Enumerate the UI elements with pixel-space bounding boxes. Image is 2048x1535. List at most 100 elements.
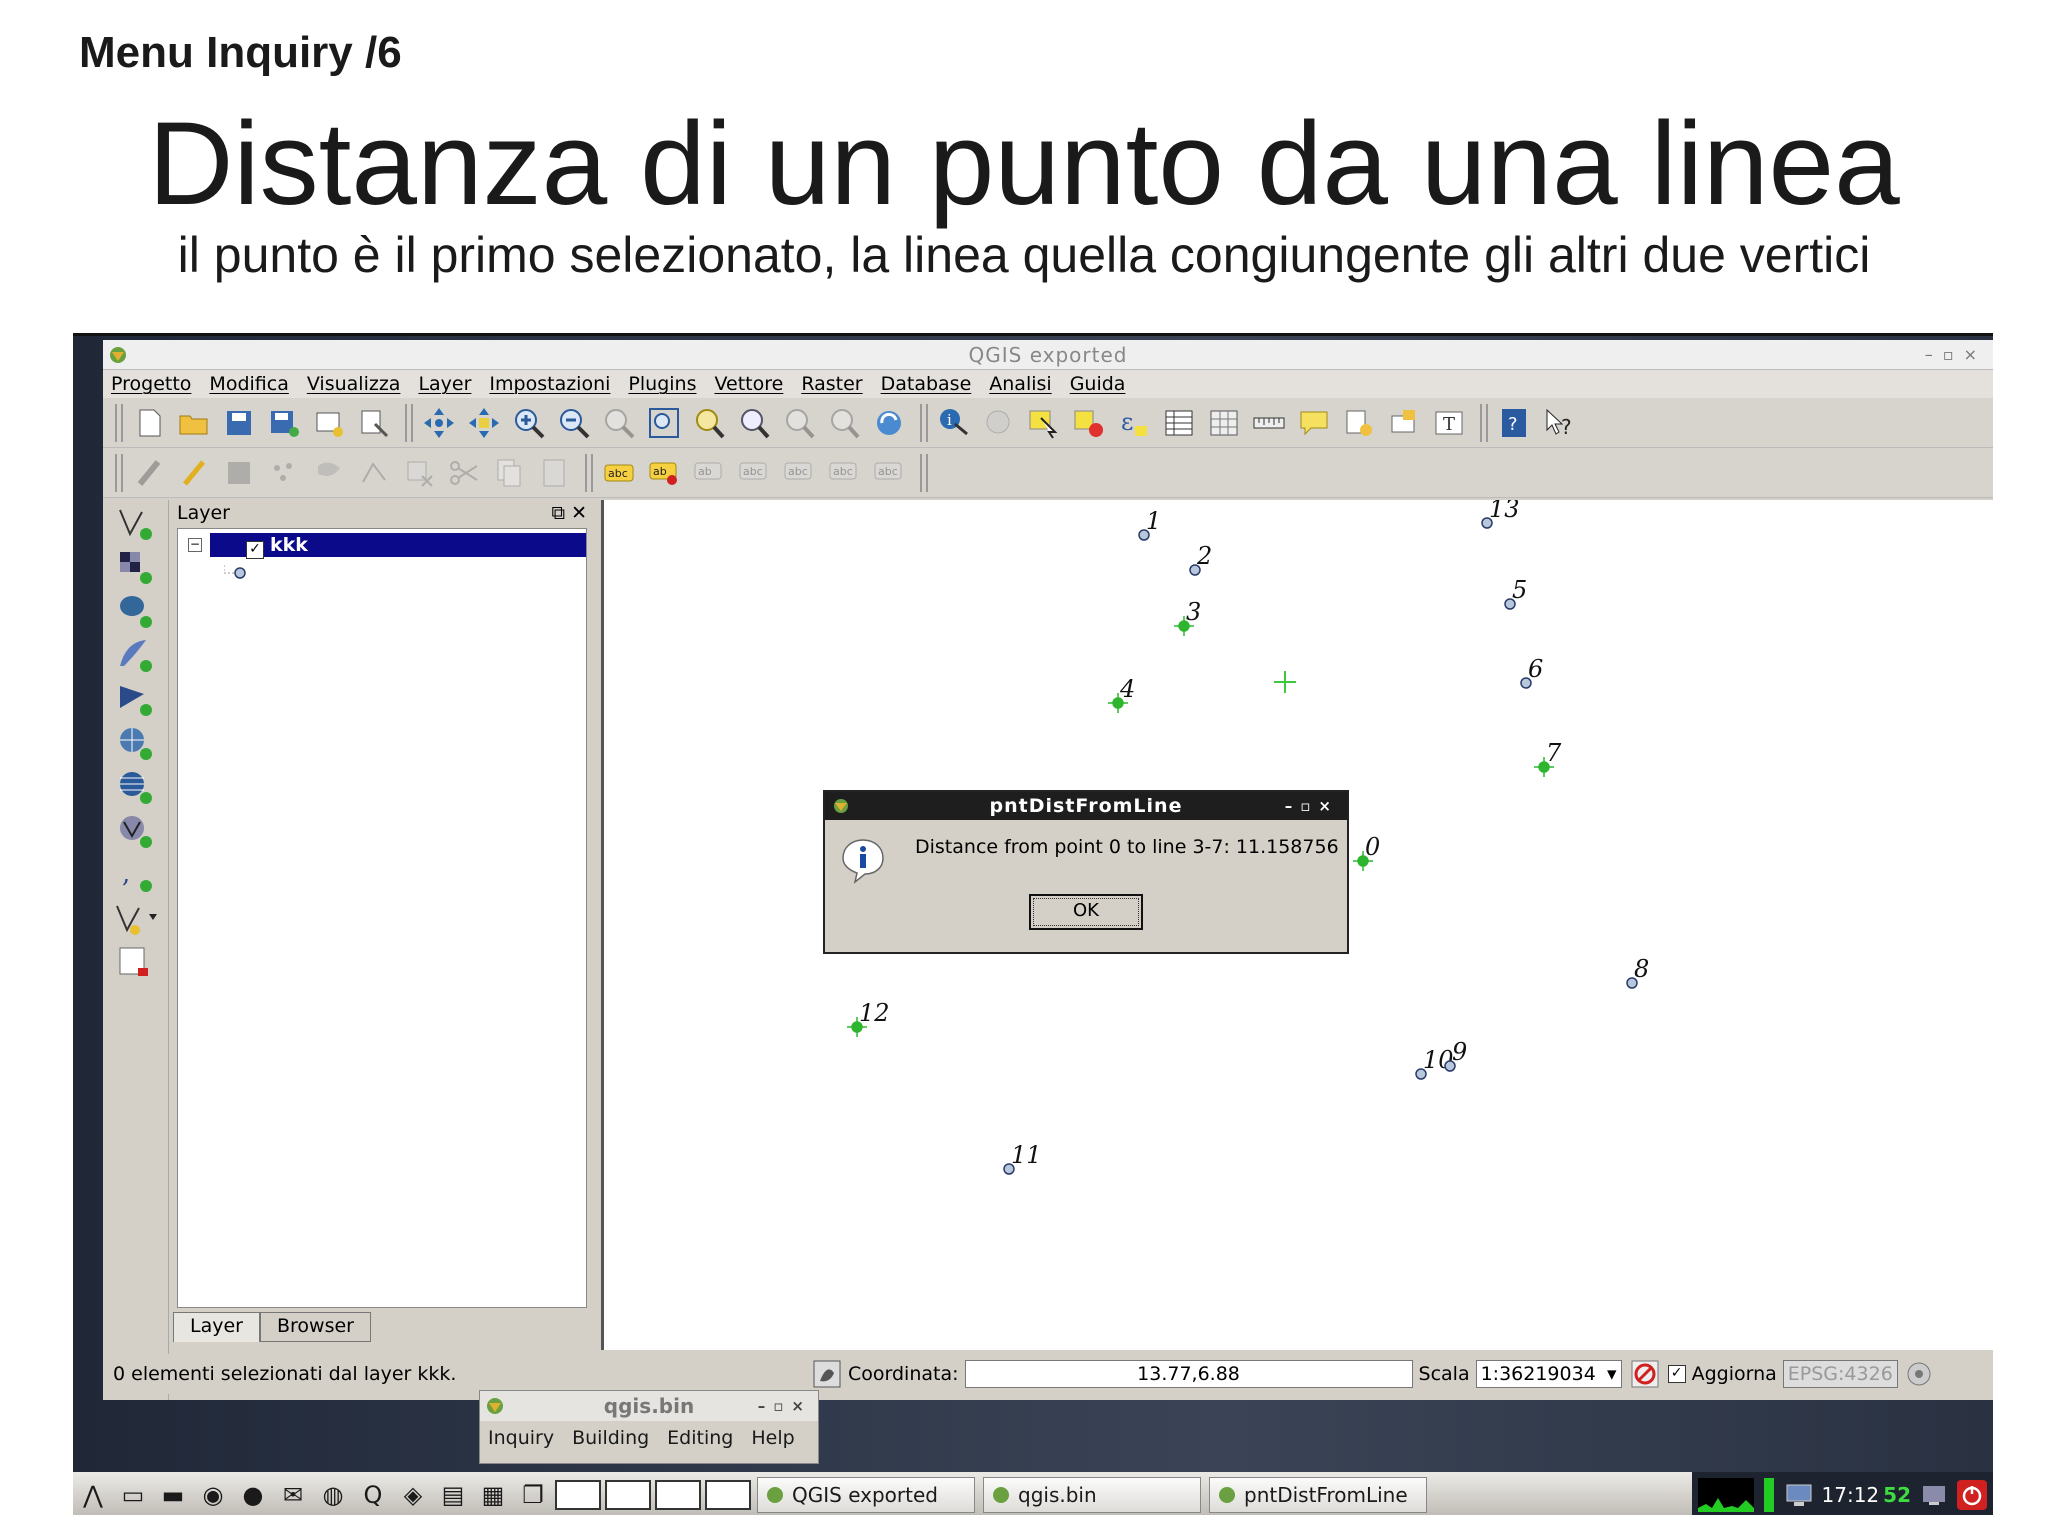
windows-icon[interactable]: ❐: [515, 1477, 551, 1513]
toolbar-grip[interactable]: [585, 453, 593, 492]
new-bookmark-icon[interactable]: [1339, 403, 1379, 443]
crs-status[interactable]: EPSG:4326: [1782, 1360, 1898, 1388]
save-edits-icon[interactable]: [219, 453, 259, 493]
collapse-toggle-icon[interactable]: −: [188, 538, 202, 552]
map-point[interactable]: 2: [1189, 542, 1212, 576]
coordinate-field[interactable]: 13.77,6.88: [964, 1360, 1413, 1388]
map-point[interactable]: 12: [847, 999, 890, 1037]
messages-icon[interactable]: [1904, 1359, 1934, 1389]
map-point[interactable]: 13: [1481, 500, 1520, 529]
zoom-to-layer-icon[interactable]: [734, 403, 774, 443]
toolbar-grip[interactable]: [405, 403, 413, 442]
copy-features-icon[interactable]: [489, 453, 529, 493]
attribute-table-icon[interactable]: [1159, 403, 1199, 443]
terminal-icon[interactable]: ▬: [155, 1477, 191, 1513]
add-postgis-layer-icon[interactable]: [111, 590, 161, 632]
pan-icon[interactable]: [419, 403, 459, 443]
measure-line-icon[interactable]: [1249, 403, 1289, 443]
add-spatialite-layer-icon[interactable]: [111, 634, 161, 676]
current-edits-icon[interactable]: [174, 453, 214, 493]
qgis-titlebar[interactable]: QGIS exported –▫×: [103, 340, 1993, 370]
add-wms-layer-icon[interactable]: [111, 722, 161, 764]
mail-icon[interactable]: ✉: [275, 1477, 311, 1513]
menu-visualizza[interactable]: Visualizza: [307, 373, 401, 395]
node-tool-icon[interactable]: [354, 453, 394, 493]
power-icon[interactable]: [1957, 1480, 1987, 1510]
tab-browser[interactable]: Browser: [259, 1312, 371, 1342]
add-vector-layer-icon[interactable]: [111, 502, 161, 544]
task-pntdistfromline[interactable]: pntDistFromLine: [1209, 1477, 1427, 1513]
whats-this-icon[interactable]: ?: [1539, 403, 1579, 443]
writer-icon[interactable]: ▤: [435, 1477, 471, 1513]
composer-manager-icon[interactable]: [354, 403, 394, 443]
label-layer-icon[interactable]: abc: [599, 453, 639, 493]
clock[interactable]: 17:12: [1822, 1483, 1880, 1507]
menu-building[interactable]: Building: [572, 1427, 649, 1449]
toolbar-grip[interactable]: [1480, 403, 1488, 442]
zoom-next-icon[interactable]: [824, 403, 864, 443]
panel-float-close-controls[interactable]: ⧉ ✕: [551, 500, 587, 526]
menu-modifica[interactable]: Modifica: [209, 373, 288, 395]
label-change-icon[interactable]: abc: [869, 453, 909, 493]
workspace-4[interactable]: [705, 1480, 751, 1510]
menu-analisi[interactable]: Analisi: [989, 373, 1051, 395]
toggle-extents-icon[interactable]: [812, 1359, 842, 1389]
zoom-out-icon[interactable]: [554, 403, 594, 443]
map-point[interactable]: 3: [1174, 598, 1201, 636]
workspace-1[interactable]: [555, 1480, 601, 1510]
dialog-titlebar[interactable]: pntDistFromLine –▫×: [825, 792, 1347, 820]
text-annotation-icon[interactable]: T: [1429, 403, 1469, 443]
task-qgis-exported[interactable]: QGIS exported: [757, 1477, 975, 1513]
field-calculator-icon[interactable]: [1204, 403, 1244, 443]
workspace-3[interactable]: [655, 1480, 701, 1510]
deselect-icon[interactable]: [1069, 403, 1109, 443]
identify-icon[interactable]: i: [934, 403, 974, 443]
menu-inquiry[interactable]: Inquiry: [488, 1427, 554, 1449]
menu-impostazioni[interactable]: Impostazioni: [489, 373, 610, 395]
menu-editing[interactable]: Editing: [667, 1427, 733, 1449]
qgis-launcher-icon[interactable]: Q: [355, 1477, 391, 1513]
map-point[interactable]: 4: [1108, 675, 1135, 713]
zoom-in-icon[interactable]: [509, 403, 549, 443]
zoom-actual-size-icon[interactable]: [599, 403, 639, 443]
run-feature-action-icon[interactable]: [979, 403, 1019, 443]
delete-selected-icon[interactable]: [399, 453, 439, 493]
map-point[interactable]: 8: [1626, 955, 1649, 989]
move-feature-icon[interactable]: [309, 453, 349, 493]
menu-guida[interactable]: Guida: [1070, 373, 1126, 395]
task-qgis-bin[interactable]: qgis.bin: [983, 1477, 1201, 1513]
add-wcs-layer-icon[interactable]: [111, 766, 161, 808]
workspace-2[interactable]: [605, 1480, 651, 1510]
menu-plugins[interactable]: Plugins: [628, 373, 696, 395]
label-rotate-icon[interactable]: abc: [779, 453, 819, 493]
zoom-full-icon[interactable]: [644, 403, 684, 443]
map-point[interactable]: 7: [1534, 739, 1562, 777]
toggle-editing-icon[interactable]: [129, 453, 169, 493]
menu-help[interactable]: Help: [751, 1427, 794, 1449]
map-point[interactable]: 6: [1520, 655, 1543, 689]
label-pin-icon[interactable]: ab: [644, 453, 684, 493]
add-wfs-layer-icon[interactable]: [111, 810, 161, 852]
app-launcher-icon[interactable]: ◈: [395, 1477, 431, 1513]
menu-raster[interactable]: Raster: [801, 373, 862, 395]
add-feature-icon[interactable]: [264, 453, 304, 493]
qgisbin-titlebar[interactable]: qgis.bin –▫×: [480, 1391, 818, 1421]
menu-layer[interactable]: Layer: [418, 373, 471, 395]
add-delimited-text-icon[interactable]: ,: [111, 854, 161, 896]
new-shapefile-icon[interactable]: [111, 898, 161, 940]
label-move-icon[interactable]: ab: [689, 453, 729, 493]
network-icon[interactable]: [1763, 1478, 1774, 1512]
show-desktop-icon[interactable]: ▭: [115, 1477, 151, 1513]
save-icon[interactable]: [219, 403, 259, 443]
dialog-window-controls[interactable]: –▫×: [1285, 792, 1339, 820]
layer-visibility-checkbox[interactable]: ✓: [246, 541, 264, 559]
display-icon[interactable]: [1784, 1480, 1814, 1510]
label-properties-icon[interactable]: abc: [824, 453, 864, 493]
file-manager-icon[interactable]: ◉: [195, 1477, 231, 1513]
map-point[interactable]: 1: [1138, 507, 1161, 541]
window-controls[interactable]: –▫×: [1925, 340, 1987, 370]
open-folder-icon[interactable]: [174, 403, 214, 443]
start-menu-icon[interactable]: ⋀: [75, 1477, 111, 1513]
remove-layer-icon[interactable]: [111, 942, 161, 984]
layer-item-kkk[interactable]: ✓ kkk: [210, 533, 586, 559]
